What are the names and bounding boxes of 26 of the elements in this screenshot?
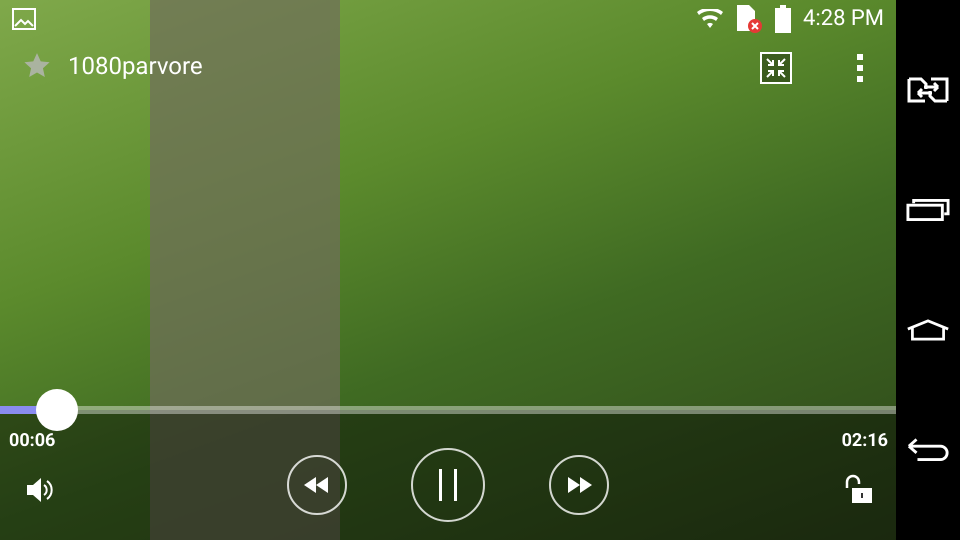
wifi-icon — [697, 9, 724, 29]
unlocked-padlock-icon[interactable] — [844, 474, 874, 504]
total-duration: 02:16 — [842, 432, 888, 450]
sim-error-icon — [735, 4, 764, 34]
stacked-windows-icon — [906, 198, 950, 222]
seek-slider[interactable] — [0, 389, 896, 431]
elapsed-time: 00:06 — [9, 432, 56, 450]
pause-button[interactable] — [411, 448, 485, 522]
swap-arrows-icon — [906, 76, 950, 104]
back-arrow-icon — [906, 437, 950, 463]
battery-icon — [775, 5, 792, 33]
rewind-button[interactable] — [287, 455, 347, 515]
rewind-icon — [304, 477, 330, 493]
fast-forward-icon — [566, 477, 592, 493]
speaker-icon[interactable] — [26, 477, 54, 503]
home-icon — [906, 318, 950, 342]
shrink-arrows-icon — [765, 57, 787, 79]
image-icon[interactable] — [12, 8, 36, 30]
clock: 4:28 PM — [803, 8, 884, 30]
star-icon[interactable] — [22, 52, 52, 80]
minimize-button[interactable] — [760, 52, 792, 84]
seek-thumb[interactable] — [36, 389, 78, 431]
video-title: 1080parvore — [68, 54, 203, 78]
pause-icon — [438, 469, 458, 501]
more-dots-icon — [857, 54, 863, 82]
fast-forward-button[interactable] — [549, 455, 609, 515]
